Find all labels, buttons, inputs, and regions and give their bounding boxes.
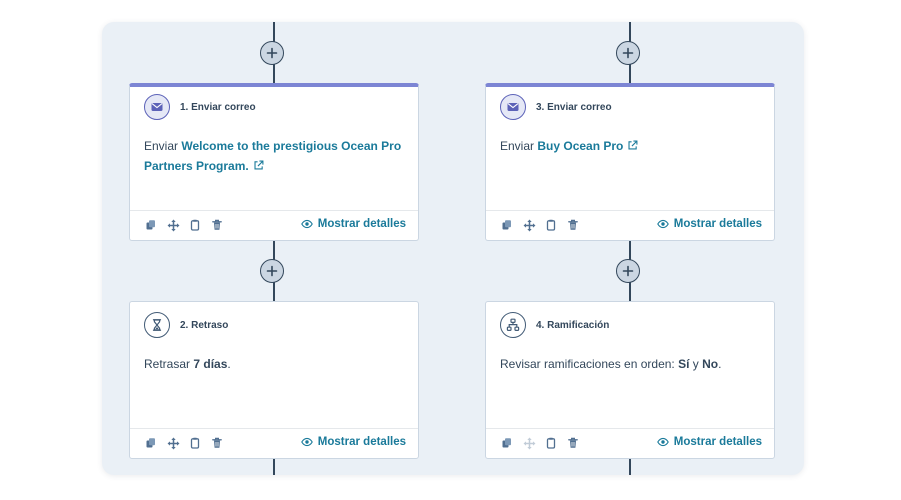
step-card-send-email[interactable]: 3. Enviar correo Enviar Buy Ocean Pro Mo… <box>485 83 775 241</box>
email-link[interactable]: Buy Ocean Pro <box>537 139 623 153</box>
plus-icon <box>622 265 634 277</box>
step-title: 4. Ramificación <box>536 319 610 331</box>
plus-icon <box>266 265 278 277</box>
step-title: 1. Enviar correo <box>180 101 256 113</box>
card-footer: Mostrar detalles <box>130 210 418 240</box>
card-tools <box>144 218 224 232</box>
show-details-button[interactable]: Mostrar detalles <box>657 218 762 230</box>
card-footer: Mostrar detalles <box>486 210 774 240</box>
envelope-icon <box>144 94 170 120</box>
add-action-button[interactable] <box>260 41 284 65</box>
trash-icon[interactable] <box>566 436 580 450</box>
step-description: Enviar Welcome to the prestigious Ocean … <box>144 136 406 176</box>
eye-icon <box>301 218 313 230</box>
workflow-column-right: 3. Enviar correo Enviar Buy Ocean Pro Mo… <box>485 22 775 475</box>
branch-a: Sí <box>678 357 690 371</box>
trash-icon[interactable] <box>210 436 224 450</box>
workflow-canvas: 1. Enviar correo Enviar Welcome to the p… <box>102 22 804 475</box>
add-action-button[interactable] <box>260 259 284 283</box>
clipboard-icon[interactable] <box>188 436 202 450</box>
card-footer: Mostrar detalles <box>130 428 418 458</box>
card-footer: Mostrar detalles <box>486 428 774 458</box>
branch-b: No <box>702 357 719 371</box>
eye-icon <box>657 436 669 448</box>
show-details-button[interactable]: Mostrar detalles <box>301 436 406 448</box>
step-card-branch[interactable]: 4. Ramificación Revisar ramificaciones e… <box>485 301 775 459</box>
card-tools <box>144 436 224 450</box>
trash-icon[interactable] <box>210 218 224 232</box>
delay-value: 7 días <box>193 357 228 371</box>
workflow-column-left: 1. Enviar correo Enviar Welcome to the p… <box>129 22 419 475</box>
card-tools <box>500 218 580 232</box>
description-prefix: Enviar <box>500 139 535 153</box>
step-card-delay[interactable]: 2. Retraso Retrasar 7 días. Mostrar deta… <box>129 301 419 459</box>
branch-conjunction: y <box>692 357 699 371</box>
plus-icon <box>622 47 634 59</box>
hourglass-icon <box>144 312 170 338</box>
step-description: Retrasar 7 días. <box>144 354 406 374</box>
step-card-send-email[interactable]: 1. Enviar correo Enviar Welcome to the p… <box>129 83 419 241</box>
show-details-label: Mostrar detalles <box>673 218 762 230</box>
external-link-icon[interactable] <box>627 140 638 151</box>
add-action-button[interactable] <box>616 41 640 65</box>
eye-icon <box>657 218 669 230</box>
external-link-icon[interactable] <box>253 160 264 171</box>
show-details-button[interactable]: Mostrar detalles <box>657 436 762 448</box>
move-icon <box>522 436 536 450</box>
description-prefix: Revisar ramificaciones en orden: <box>500 357 675 371</box>
card-header: 2. Retraso <box>144 312 228 338</box>
plus-icon <box>266 47 278 59</box>
description-suffix: . <box>718 357 722 371</box>
move-icon[interactable] <box>166 436 180 450</box>
step-title: 2. Retraso <box>180 319 229 331</box>
move-icon[interactable] <box>166 218 180 232</box>
eye-icon <box>301 436 313 448</box>
description-prefix: Enviar <box>144 139 179 153</box>
card-header: 1. Enviar correo <box>144 94 256 120</box>
step-title: 3. Enviar correo <box>536 101 612 113</box>
copy-icon[interactable] <box>144 436 158 450</box>
card-tools <box>500 436 580 450</box>
copy-icon[interactable] <box>500 436 514 450</box>
card-header: 3. Enviar correo <box>500 94 612 120</box>
trash-icon[interactable] <box>566 218 580 232</box>
clipboard-icon[interactable] <box>544 218 558 232</box>
clipboard-icon[interactable] <box>188 218 202 232</box>
move-icon[interactable] <box>522 218 536 232</box>
add-action-button[interactable] <box>616 259 640 283</box>
card-header: 4. Ramificación <box>500 312 609 338</box>
description-prefix: Retrasar <box>144 357 191 371</box>
show-details-label: Mostrar detalles <box>317 436 406 448</box>
show-details-label: Mostrar detalles <box>673 436 762 448</box>
clipboard-icon[interactable] <box>544 436 558 450</box>
step-description: Enviar Buy Ocean Pro <box>500 136 762 156</box>
copy-icon[interactable] <box>144 218 158 232</box>
step-description: Revisar ramificaciones en orden: Sí y No… <box>500 354 762 374</box>
copy-icon[interactable] <box>500 218 514 232</box>
envelope-icon <box>500 94 526 120</box>
branch-icon <box>500 312 526 338</box>
email-link[interactable]: Welcome to the prestigious Ocean Pro Par… <box>144 139 401 173</box>
description-suffix: . <box>227 357 231 371</box>
connector-line <box>273 459 275 475</box>
connector-line <box>629 459 631 475</box>
show-details-label: Mostrar detalles <box>317 218 406 230</box>
show-details-button[interactable]: Mostrar detalles <box>301 218 406 230</box>
